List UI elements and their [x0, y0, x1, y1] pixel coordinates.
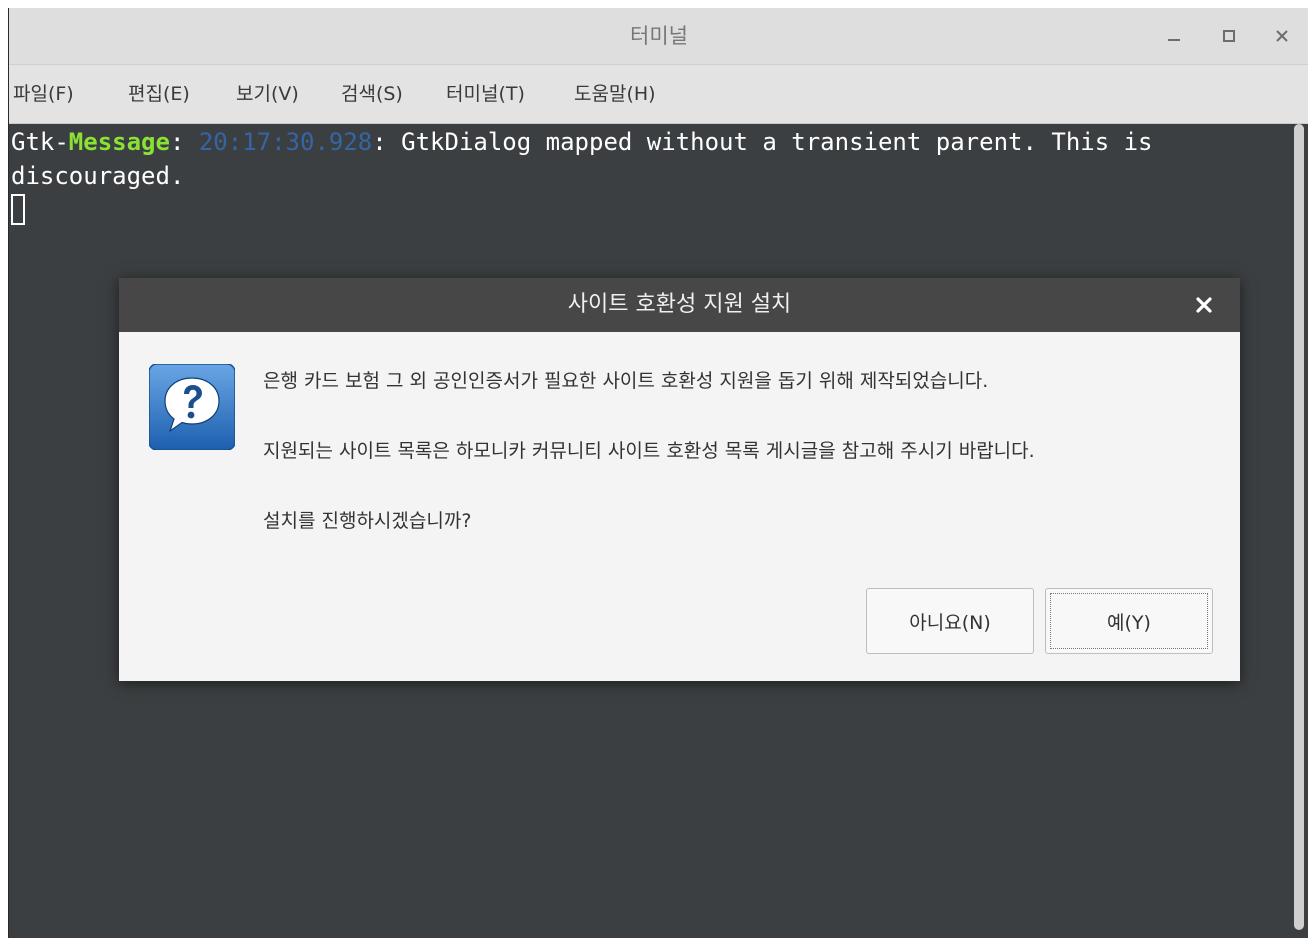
term-timestamp: 20:17:30.928 [198, 128, 373, 156]
title-bar[interactable]: 터미널 [9, 8, 1308, 65]
minimize-button[interactable] [1159, 22, 1189, 50]
term-prefix: Gtk- [11, 128, 69, 156]
terminal-line-1: Gtk-Message: 20:17:30.928: GtkDialog map… [11, 125, 1153, 159]
close-icon [1276, 30, 1288, 42]
term-colon: : [169, 128, 199, 156]
menu-terminal[interactable]: 터미널(T) [446, 65, 525, 123]
term-message-label: Message [68, 128, 170, 156]
yes-button[interactable]: 예(Y) [1045, 588, 1213, 654]
dialog-title-bar[interactable]: 사이트 호환성 지원 설치 [119, 278, 1240, 332]
maximize-button[interactable] [1214, 22, 1244, 50]
menu-bar: 파일(F) 편집(E) 보기(V) 검색(S) 터미널(T) 도움말(H) [9, 65, 1308, 124]
menu-file[interactable]: 파일(F) [13, 65, 74, 123]
close-button[interactable] [1267, 22, 1297, 50]
menu-view[interactable]: 보기(V) [236, 65, 299, 123]
close-icon [1196, 297, 1212, 313]
install-dialog: 사이트 호환성 지원 설치 은행 카드 보험 그 외 공인인증서가 필요한 사이… [119, 278, 1240, 681]
dialog-close-button[interactable] [1191, 292, 1217, 318]
question-icon [149, 364, 235, 450]
terminal-line-2: discouraged. [11, 162, 185, 190]
menu-help[interactable]: 도움말(H) [574, 65, 656, 123]
menu-search[interactable]: 검색(S) [341, 65, 403, 123]
menu-edit[interactable]: 편집(E) [128, 65, 190, 123]
dialog-question: 설치를 진행하시겠습니까? [263, 510, 472, 532]
term-text: : GtkDialog mapped without a transient p… [372, 128, 1153, 156]
minimize-icon [1168, 39, 1180, 41]
scrollbar-thumb[interactable] [1294, 124, 1304, 930]
window-title: 터미널 [630, 24, 688, 48]
no-button[interactable]: 아니요(N) [866, 588, 1034, 654]
dialog-message-line-2: 지원되는 사이트 목록은 하모니카 커뮤니티 사이트 호환성 목록 게시글을 참… [263, 440, 1035, 462]
terminal-cursor [11, 194, 25, 225]
dialog-title: 사이트 호환성 지원 설치 [567, 292, 792, 317]
dialog-message-line-1: 은행 카드 보험 그 외 공인인증서가 필요한 사이트 호환성 지원을 돕기 위… [263, 370, 989, 392]
maximize-icon [1223, 30, 1235, 42]
